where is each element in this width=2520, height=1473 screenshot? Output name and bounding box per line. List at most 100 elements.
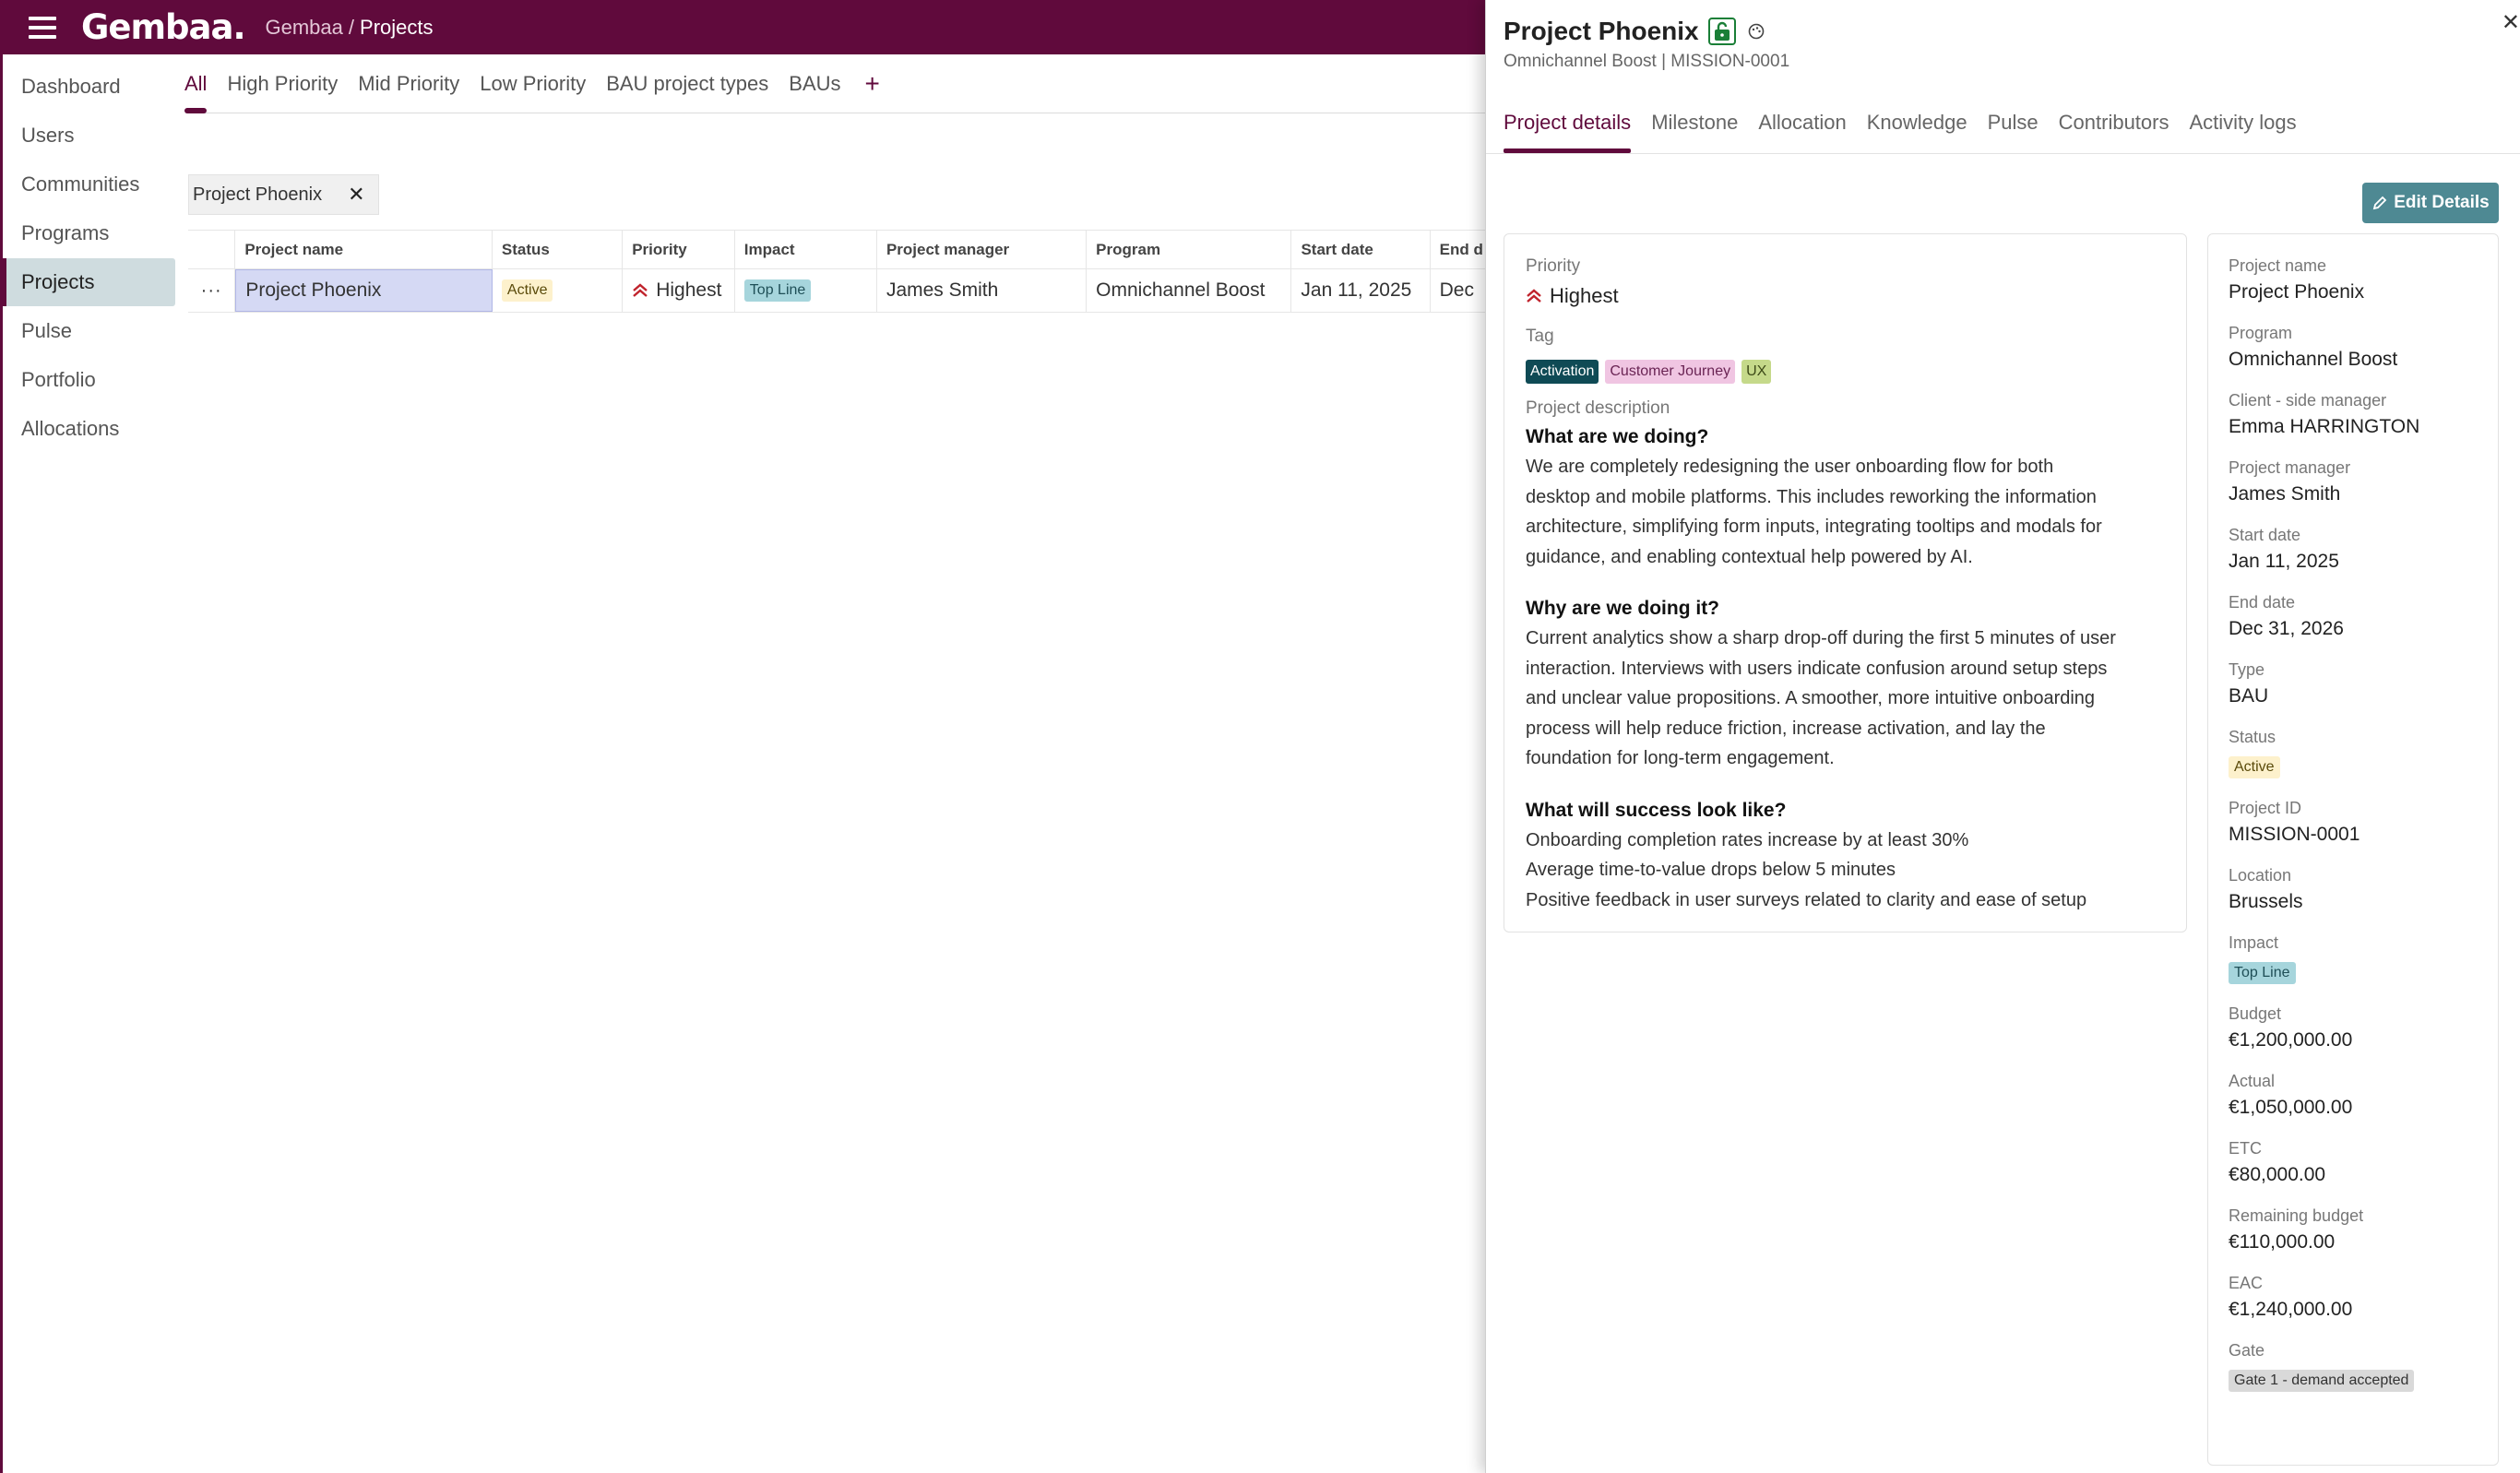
field-label: Client - side manager — [2229, 391, 2387, 410]
breadcrumb-separator: / — [348, 15, 355, 39]
description-heading: Why are we doing it? — [1526, 598, 1720, 619]
tab-high-priority[interactable]: High Priority — [227, 54, 338, 113]
tab-knowledge[interactable]: Knowledge — [1867, 111, 1967, 153]
description-line: architecture, simplifying form inputs, i… — [1526, 517, 2102, 537]
tab-bau-project-types[interactable]: BAU project types — [606, 54, 768, 113]
description-line: foundation for long-term engagement. — [1526, 748, 1835, 768]
field-label: Type — [2229, 660, 2265, 679]
drawer-tabs-divider — [1486, 153, 2520, 154]
sidebar-item-allocations[interactable]: Allocations — [3, 405, 175, 453]
field-value: MISSION-0001 — [2229, 824, 2360, 845]
field-value: €80,000.00 — [2229, 1164, 2326, 1185]
field-budget: Budget €1,200,000.00 — [2229, 1004, 2478, 1051]
tab-project-details[interactable]: Project details — [1504, 111, 1632, 153]
sidebar-item-portfolio[interactable]: Portfolio — [3, 356, 175, 404]
cell-impact: Top Line — [735, 269, 877, 312]
cell-project-name[interactable]: Project Phoenix — [235, 269, 493, 312]
close-drawer-icon[interactable]: ✕ — [2502, 9, 2520, 36]
tab-allocation[interactable]: Allocation — [1758, 111, 1846, 153]
header-project-name[interactable]: Project name — [235, 231, 493, 268]
description-paragraph: Onboarding completion rates increase by … — [1526, 826, 2165, 916]
drawer-title-row: Project Phoenix — [1504, 17, 1765, 46]
field-project-manager: Project manager James Smith — [2229, 458, 2478, 505]
tab-pulse[interactable]: Pulse — [1988, 111, 2039, 153]
header-impact[interactable]: Impact — [735, 231, 877, 268]
field-location: Location Brussels — [2229, 866, 2478, 913]
field-label: End date — [2229, 593, 2296, 612]
field-impact: Impact Top Line — [2229, 933, 2478, 984]
sidebar-item-dashboard[interactable]: Dashboard — [3, 63, 175, 111]
filter-chip-label: Project Phoenix — [193, 184, 323, 205]
header-end-date[interactable]: End d — [1431, 231, 1485, 268]
header-program[interactable]: Program — [1087, 231, 1292, 268]
sidebar-item-users[interactable]: Users — [3, 112, 175, 160]
sidebar: Dashboard Users Communities Programs Pro… — [0, 54, 188, 1473]
description-line: and unclear value propositions. A smooth… — [1526, 688, 2096, 708]
field-label: Start date — [2229, 526, 2301, 544]
view-tabs: All High Priority Mid Priority Low Prior… — [184, 54, 1485, 113]
field-client-manager: Client - side manager Emma HARRINGTON — [2229, 391, 2478, 438]
details-card: Project name Project Phoenix Program Omn… — [2207, 233, 2499, 1466]
tab-activity-logs[interactable]: Activity logs — [2190, 111, 2297, 153]
field-value: €1,200,000.00 — [2229, 1029, 2353, 1051]
gate-badge: Gate 1 - demand accepted — [2229, 1370, 2415, 1392]
breadcrumb-root[interactable]: Gembaa — [266, 16, 343, 39]
lock-icon[interactable] — [1707, 18, 1736, 45]
sidebar-item-projects[interactable]: Projects — [0, 258, 175, 306]
edit-details-label: Edit Details — [2394, 193, 2490, 212]
tag-field-label: Tag — [1526, 327, 1554, 346]
header-priority[interactable]: Priority — [623, 231, 735, 268]
sidebar-item-communities[interactable]: Communities — [3, 160, 175, 208]
field-eac: EAC €1,240,000.00 — [2229, 1274, 2478, 1321]
close-icon[interactable]: ✕ — [348, 183, 364, 207]
field-label: Remaining budget — [2229, 1206, 2364, 1225]
sidebar-item-pulse[interactable]: Pulse — [3, 307, 175, 355]
impact-badge: Top Line — [743, 279, 812, 302]
tab-low-priority[interactable]: Low Priority — [480, 54, 586, 113]
field-label: Project ID — [2229, 799, 2302, 817]
priority-field-value: Highest — [1550, 284, 1619, 307]
tab-baus[interactable]: BAUs — [789, 54, 840, 113]
description-line: process will help reduce friction, incre… — [1526, 718, 2046, 739]
field-label: Actual — [2229, 1072, 2276, 1090]
description-heading: What are we doing? — [1526, 426, 1709, 447]
field-value: €110,000.00 — [2229, 1231, 2336, 1253]
description-paragraph: Current analytics show a sharp drop-off … — [1526, 624, 2165, 774]
field-label: Program — [2229, 324, 2293, 342]
header-status[interactable]: Status — [493, 231, 624, 268]
add-view-button[interactable]: + — [865, 69, 880, 99]
tab-mid-priority[interactable]: Mid Priority — [358, 54, 459, 113]
row-actions[interactable]: ··· — [188, 269, 236, 312]
field-value: Emma HARRINGTON — [2229, 416, 2420, 437]
header-project-manager[interactable]: Project manager — [877, 231, 1088, 268]
description-line: Onboarding completion rates increase by … — [1526, 829, 1969, 850]
tab-all[interactable]: All — [184, 54, 208, 113]
filter-chip: Project Phoenix ✕ — [188, 174, 379, 215]
cell-end-date: Dec — [1439, 279, 1474, 301]
description-line: interaction. Interviews with users indic… — [1526, 658, 2108, 679]
cell-program: Omnichannel Boost — [1087, 269, 1292, 312]
field-label: Impact — [2229, 933, 2279, 952]
table-row[interactable]: ··· Project Phoenix Active Highest Top L… — [188, 269, 1485, 313]
edit-details-button[interactable]: Edit Details — [2362, 183, 2499, 223]
palette-icon[interactable] — [1747, 22, 1765, 41]
app-logo[interactable]: Gembaa. — [81, 7, 245, 47]
field-value: Omnichannel Boost — [2229, 349, 2398, 370]
field-label: Status — [2229, 728, 2276, 746]
description-line: Average time-to-value drops below 5 minu… — [1526, 860, 1896, 880]
sidebar-item-programs[interactable]: Programs — [3, 209, 175, 257]
description-line: We are completely redesigning the user o… — [1526, 457, 2054, 477]
impact-badge: Top Line — [2229, 962, 2296, 984]
description-line: Positive feedback in user surveys relate… — [1526, 889, 2087, 910]
pencil-icon — [2373, 196, 2387, 210]
cell-project-manager: James Smith — [877, 269, 1088, 312]
tag-list: Activation Customer Journey UX — [1526, 360, 2165, 384]
tab-contributors[interactable]: Contributors — [2059, 111, 2169, 153]
more-icon[interactable]: ··· — [201, 280, 222, 302]
tag-chip: UX — [1741, 360, 1772, 384]
tab-milestone[interactable]: Milestone — [1651, 111, 1738, 153]
field-value: Jan 11, 2025 — [2229, 551, 2339, 572]
menu-icon[interactable] — [29, 16, 56, 39]
cell-status: Active — [493, 269, 624, 312]
header-start-date[interactable]: Start date — [1291, 231, 1431, 268]
